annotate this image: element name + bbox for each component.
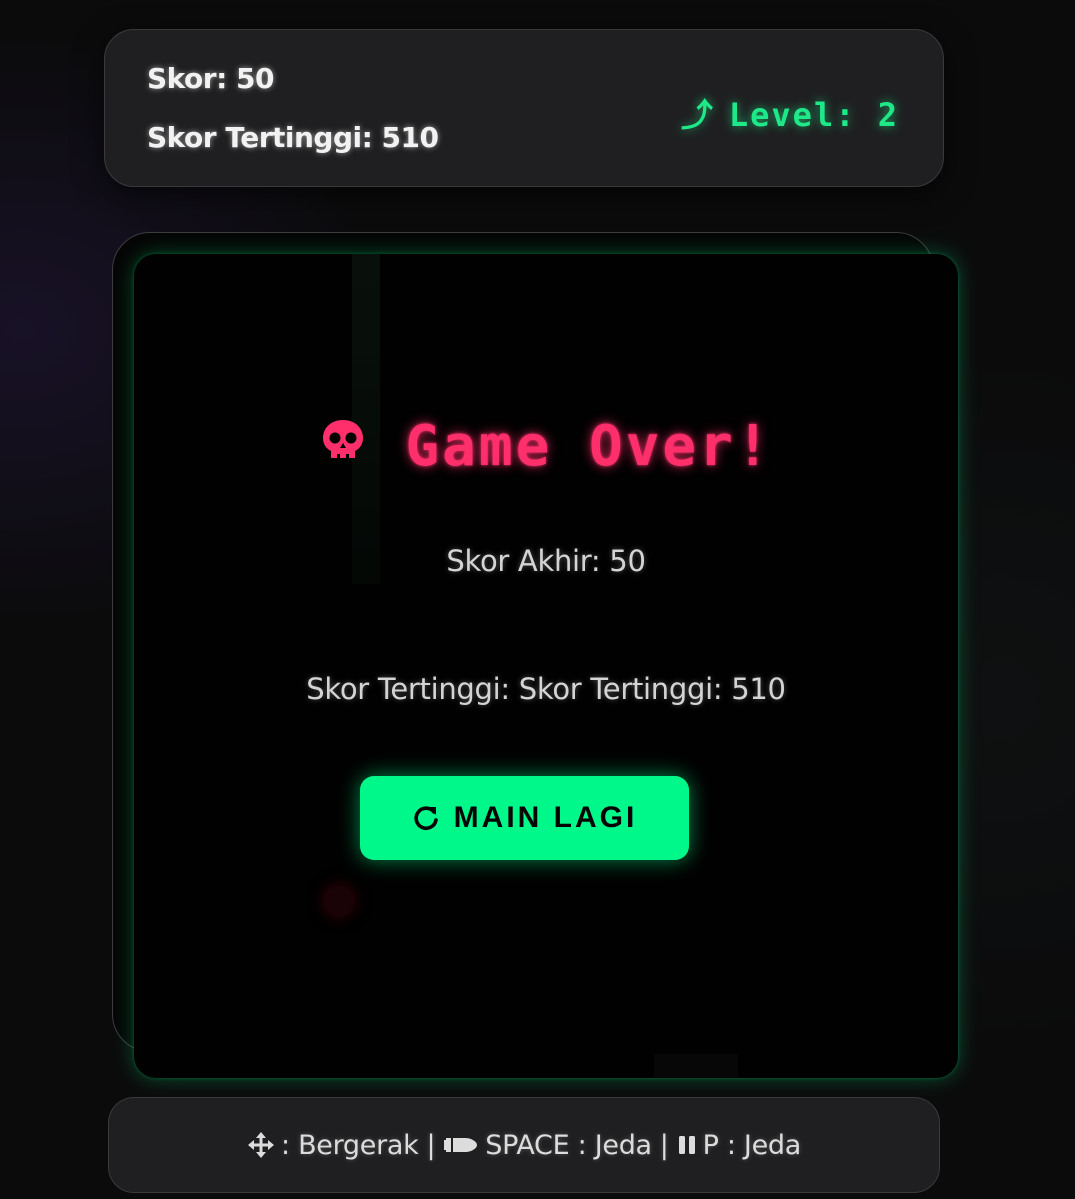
score-panel: Skor: 50 Skor Tertinggi: 510 ⤴ Level: 2 (104, 29, 944, 187)
level-indicator: ⤴ Level: 2 (681, 90, 899, 136)
separator-1: | (426, 1129, 436, 1161)
level-up-icon: ⤴ (680, 96, 715, 134)
final-score: Skor Akhir: 50 (446, 544, 646, 578)
final-high-score: Skor Tertinggi: Skor Tertinggi: 510 (306, 672, 786, 706)
redo-icon (412, 804, 440, 832)
separator-2: | (659, 1129, 669, 1161)
controls-hint: : Bergerak | SPACE : Jeda | P : Jeda (108, 1097, 940, 1193)
arrows-move-icon (247, 1131, 275, 1159)
move-hint: : Bergerak (280, 1129, 419, 1161)
bullet-icon (443, 1133, 479, 1157)
level-label: Level: 2 (728, 96, 899, 134)
current-score: Skor: 50 (147, 62, 275, 95)
pause-hint: P : Jeda (702, 1129, 802, 1161)
play-again-button[interactable]: MAIN LAGI (360, 776, 689, 860)
pause-icon (677, 1134, 697, 1156)
game-over-text: Game Over! (405, 414, 773, 479)
play-again-label: MAIN LAGI (453, 801, 638, 834)
space-hint: SPACE : Jeda (485, 1129, 652, 1161)
food-faded (324, 886, 354, 916)
top-high-score: Skor Tertinggi: 510 (147, 121, 439, 154)
game-board: Game Over! Skor Akhir: 50 Skor Tertinggi… (134, 254, 958, 1078)
snake-tail-faded (654, 1054, 738, 1078)
skull-icon (319, 413, 367, 478)
game-over-title: Game Over! (134, 414, 958, 482)
